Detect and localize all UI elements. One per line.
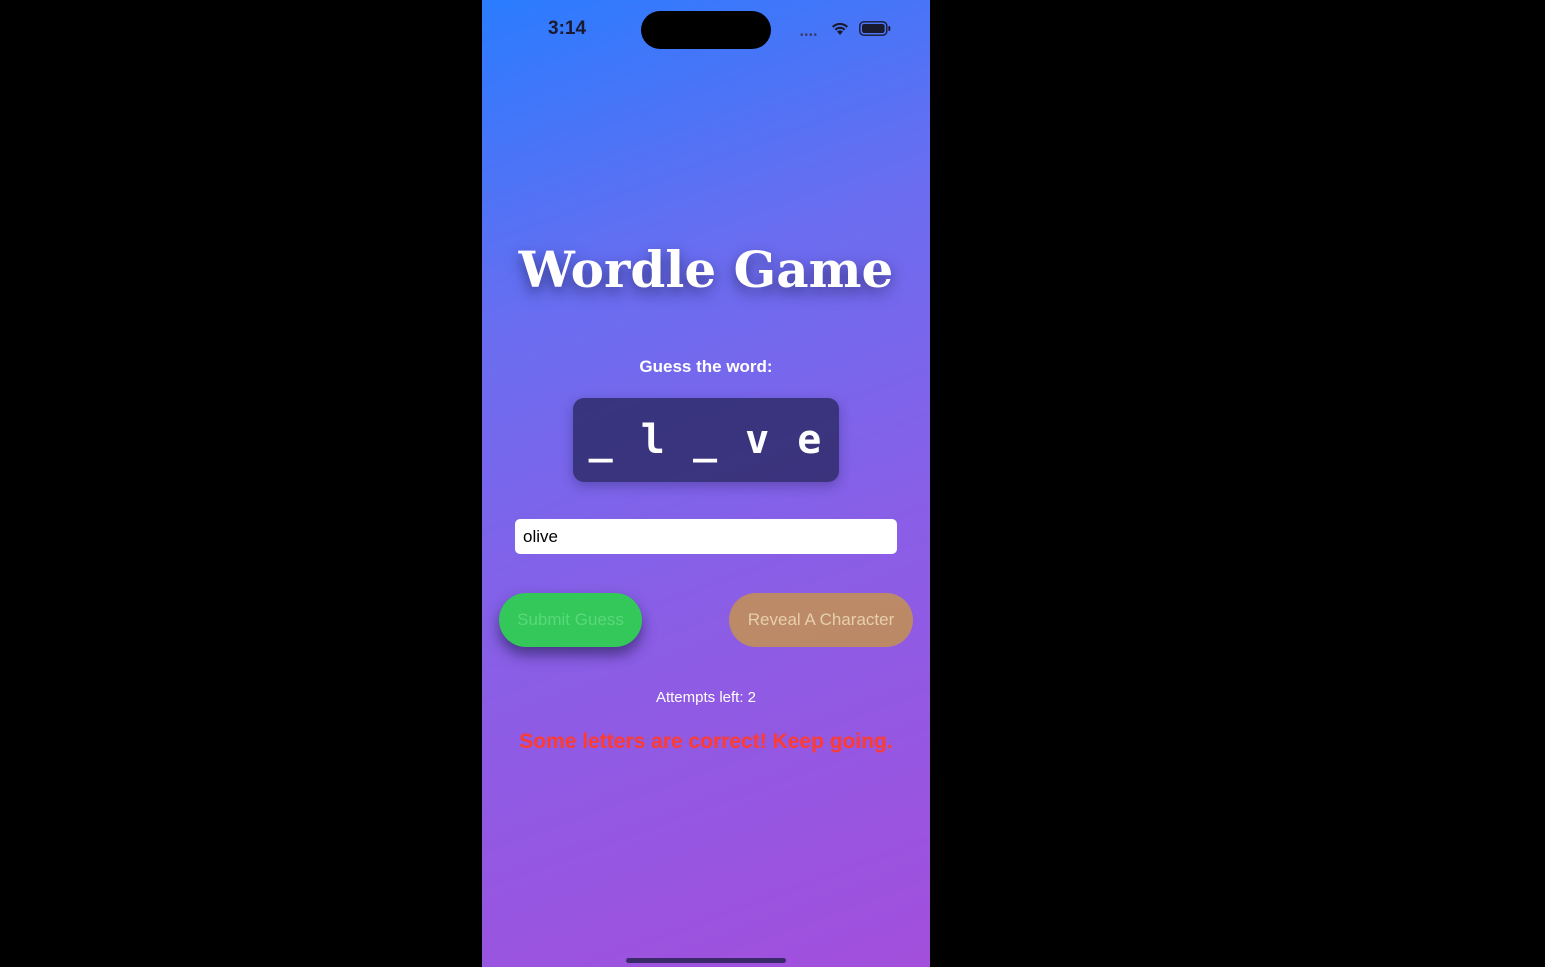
attempts-left-label: Attempts left: 2	[655, 689, 757, 706]
masked-word-display: _ l _ v e	[573, 398, 839, 482]
page-title: Wordle Game	[518, 240, 894, 299]
guess-input[interactable]	[515, 519, 897, 554]
cellular-signal-icon: ••••	[800, 30, 819, 41]
masked-word-text: _ l _ v e	[588, 417, 824, 463]
guess-prompt-label: Guess the word:	[639, 357, 773, 376]
home-indicator[interactable]	[626, 958, 786, 963]
status-time: 3:14	[548, 18, 587, 39]
wifi-icon	[832, 22, 848, 35]
phone-screen: 3:14 •••• Wordle Game Guess the word: _ …	[482, 0, 930, 967]
submit-guess-button[interactable]: Submit Guess	[499, 593, 642, 647]
feedback-message: Some letters are correct! Keep going.	[519, 730, 893, 753]
dynamic-island	[641, 11, 771, 49]
reveal-character-button[interactable]: Reveal A Character	[729, 593, 913, 647]
battery-icon	[859, 21, 891, 36]
